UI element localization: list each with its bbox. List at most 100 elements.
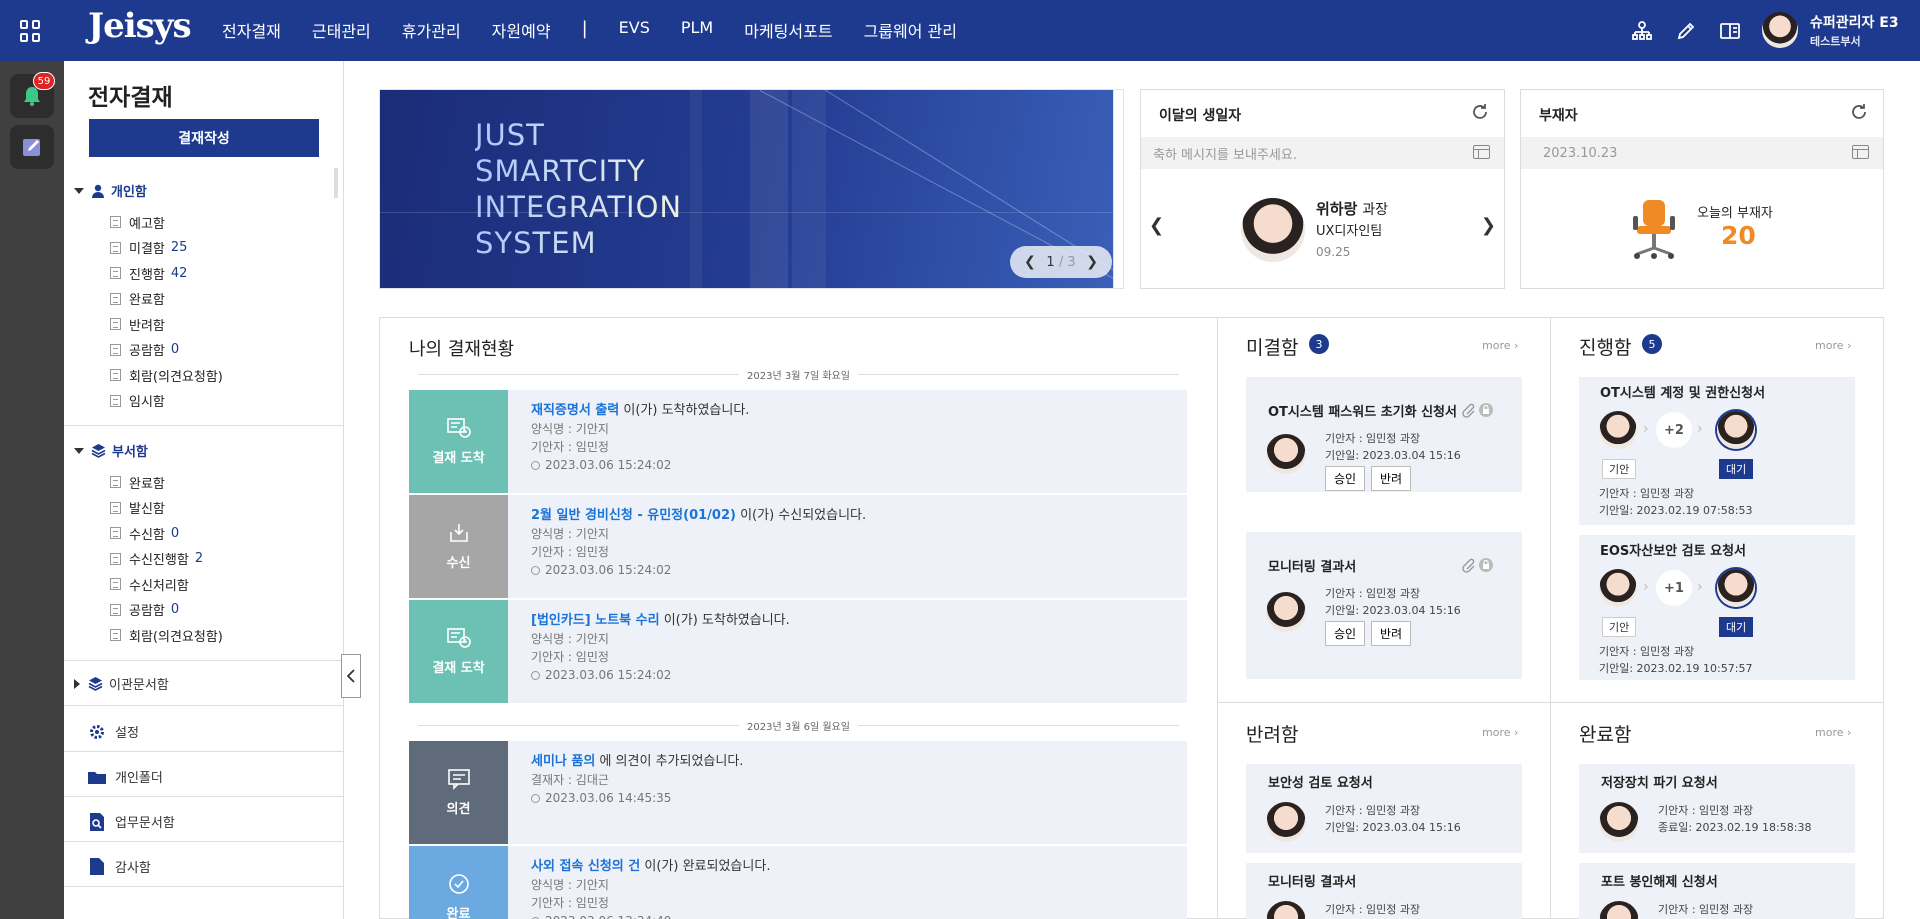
document-title[interactable]: EOS자산보안 검토 요청서 (1600, 540, 1840, 559)
user-name[interactable]: 슈퍼관리자 E3 (1810, 12, 1899, 32)
pen-icon[interactable] (1674, 19, 1698, 43)
menu-work-docs[interactable]: 업무문서함 (88, 812, 175, 831)
tree-item[interactable]: 반려함 (110, 315, 171, 334)
tree-item[interactable]: 회람(의견요청함) (110, 366, 229, 385)
drafter-avatar[interactable] (1266, 901, 1306, 919)
reject-button[interactable]: 반려 (1371, 466, 1412, 491)
layout-icon[interactable] (1718, 19, 1742, 43)
tree-item[interactable]: 수신처리함 (110, 575, 195, 594)
approve-button[interactable]: 승인 (1325, 466, 1366, 491)
document-title[interactable]: 모니터링 결과서 (1268, 556, 1458, 575)
document-card[interactable]: EOS자산보안 검토 요청서 › +1 › 기안 대기 기안자 : 임민정 과장 기안일: 2… (1579, 535, 1855, 680)
tree-item[interactable]: 완료함 (110, 473, 171, 492)
activity-item[interactable]: 수신 2월 일반 경비신청 - 유민정(01/02) 이(가) 수신되었습니다. 양… (409, 495, 1187, 598)
more-approvers[interactable]: +2 (1656, 412, 1692, 448)
refresh-icon[interactable] (1470, 102, 1490, 122)
tree-item[interactable]: 공람함 0 (110, 341, 179, 359)
tree-item[interactable]: 진행함 42 (110, 264, 187, 283)
activity-item[interactable]: 결재 도착 재직증명서 출력 이(가) 도착하였습니다. 양식명 : 기안지 기안자 … (409, 390, 1187, 493)
nav-item-approval[interactable]: 전자결재 (222, 18, 281, 42)
document-card[interactable]: 모니터링 결과서 기안자 : 임민정 과장 (1246, 863, 1522, 919)
tree-item[interactable]: 미결함 25 (110, 239, 187, 257)
nav-item-resource[interactable]: 자원예약 (492, 18, 551, 42)
document-title[interactable]: OT시스템 패스워드 초기화 신청서 (1268, 401, 1458, 420)
tree-item[interactable]: 회람(의견요청함) (110, 626, 229, 645)
table-icon[interactable] (1473, 145, 1490, 159)
tree-item[interactable]: 수신함 0 (110, 524, 179, 543)
chevron-left-icon[interactable]: ❮ (1024, 254, 1036, 270)
approver-avatar[interactable] (1717, 569, 1755, 607)
document-card[interactable]: 모니터링 결과서 기안자 : 임민정 과장 기안일: 2023.03.04 15:1… (1246, 532, 1522, 679)
activity-item[interactable]: 의견 세미나 품의 에 의견이 추가되었습니다. 결재자 : 김대근 2023.03.… (409, 741, 1187, 844)
document-card[interactable]: OT시스템 계정 및 권한신청서 › +2 › 기안 대기 기안자 : 임민정 과장 기안일:… (1579, 377, 1855, 525)
document-link[interactable]: 재직증명서 출력 (531, 403, 619, 418)
rejected-more[interactable]: more › (1482, 726, 1518, 739)
nav-item-evs[interactable]: EVS (619, 18, 650, 42)
nav-item-groupware-admin[interactable]: 그룹웨어 관리 (864, 18, 957, 42)
logo[interactable]: Jeisys (88, 6, 192, 46)
chevron-left-icon[interactable]: ❮ (1149, 215, 1164, 236)
tree-item[interactable]: 발신함 (110, 499, 171, 517)
tree-transfer[interactable]: 이관문서함 (74, 674, 169, 693)
refresh-icon[interactable] (1849, 102, 1869, 122)
absent-count[interactable]: 20 (1721, 221, 1756, 250)
document-title[interactable]: 포트 봉인해제 신청서 (1601, 871, 1841, 890)
document-title[interactable]: 저장장치 파기 요청서 (1601, 772, 1841, 791)
app-grid-icon[interactable] (20, 20, 42, 42)
drafter-avatar[interactable] (1599, 569, 1637, 607)
tree-item[interactable]: 완료함 (110, 290, 171, 308)
collapse-sidebar-button[interactable] (341, 654, 361, 698)
nav-item-marketing[interactable]: 마케팅서포트 (744, 18, 832, 42)
org-chart-icon[interactable] (1630, 19, 1654, 43)
progress-more[interactable]: more › (1815, 339, 1851, 352)
menu-audit[interactable]: 감사함 (88, 857, 151, 876)
nav-item-leave[interactable]: 휴가관리 (402, 18, 461, 42)
nav-item-attendance[interactable]: 근태관리 (312, 18, 371, 42)
document-title[interactable]: 보안성 검토 요청서 (1268, 772, 1508, 791)
tree-item[interactable]: 공람함 0 (110, 601, 179, 619)
document-card[interactable]: 보안성 검토 요청서 기안자 : 임민정 과장 기안일: 2023.03.04 15… (1246, 764, 1522, 853)
tree-item[interactable]: 임시함 (110, 392, 171, 410)
completed-more[interactable]: more › (1815, 726, 1851, 739)
approve-button[interactable]: 승인 (1325, 621, 1366, 646)
nav-item-plm[interactable]: PLM (681, 18, 713, 42)
drafter-avatar[interactable] (1599, 411, 1637, 449)
approver-avatar[interactable] (1717, 411, 1755, 449)
activity-item[interactable]: 결재 도착 [법인카드] 노트북 수리 이(가) 도착하였습니다. 양식명 : 기안… (409, 600, 1187, 703)
more-approvers[interactable]: +1 (1656, 570, 1692, 606)
document-title[interactable]: OT시스템 계정 및 권한신청서 (1600, 382, 1840, 401)
document-link[interactable]: [법인카드] 노트북 수리 (531, 613, 660, 628)
tree-personal[interactable]: 개인함 (74, 181, 147, 200)
document-card[interactable]: OT시스템 패스워드 초기화 신청서 기안자 : 임민정 과장 기안일: 2023.… (1246, 377, 1522, 492)
table-icon[interactable] (1852, 145, 1869, 159)
drafter-avatar[interactable] (1266, 802, 1306, 842)
document-link[interactable]: 2월 일반 경비신청 - 유민정(01/02) (531, 508, 736, 523)
drafter-avatar[interactable] (1266, 434, 1306, 474)
birthday-avatar[interactable] (1241, 198, 1305, 262)
drafter-avatar[interactable] (1599, 802, 1639, 842)
menu-settings[interactable]: 설정 (88, 722, 139, 741)
user-avatar[interactable] (1762, 12, 1798, 48)
menu-personal-folder[interactable]: 개인폴더 (88, 767, 163, 786)
drafter-avatar[interactable] (1599, 901, 1639, 919)
sidebar-scrollbar[interactable] (334, 168, 338, 198)
drafter-avatar[interactable] (1266, 592, 1306, 632)
activity-item[interactable]: 완료 사외 접속 신청의 건 이(가) 완료되었습니다. 양식명 : 기안지 기안자 … (409, 846, 1187, 919)
banner[interactable]: JUST SMARTCITY INTEGRATION SYSTEM (379, 89, 1114, 289)
chevron-right-icon[interactable]: ❯ (1481, 215, 1496, 236)
document-link[interactable]: 세미나 품의 (531, 754, 595, 769)
tree-dept[interactable]: 부서함 (74, 441, 148, 460)
memo-button[interactable] (10, 125, 54, 169)
document-card[interactable]: 저장장치 파기 요청서 기안자 : 임민정 과장 종료일: 2023.02.19 1… (1579, 764, 1855, 853)
pending-more[interactable]: more › (1482, 339, 1518, 352)
chevron-right-icon[interactable]: ❯ (1086, 254, 1098, 270)
document-card[interactable]: 포트 봉인해제 신청서 기안자 : 임민정 과장 (1579, 863, 1855, 919)
reject-button[interactable]: 반려 (1371, 621, 1412, 646)
document-link[interactable]: 사외 접속 신청의 건 (531, 859, 640, 874)
tree-item[interactable]: 수신진행함 2 (110, 550, 203, 568)
document-title[interactable]: 모니터링 결과서 (1268, 871, 1508, 890)
write-approval-button[interactable]: 결재작성 (89, 119, 319, 157)
birthday-message-input[interactable]: 축하 메시지를 보내주세요. (1141, 137, 1504, 169)
tree-item[interactable]: 예고함 (110, 213, 171, 232)
absent-date-bar[interactable]: 2023.10.23 (1521, 137, 1883, 169)
